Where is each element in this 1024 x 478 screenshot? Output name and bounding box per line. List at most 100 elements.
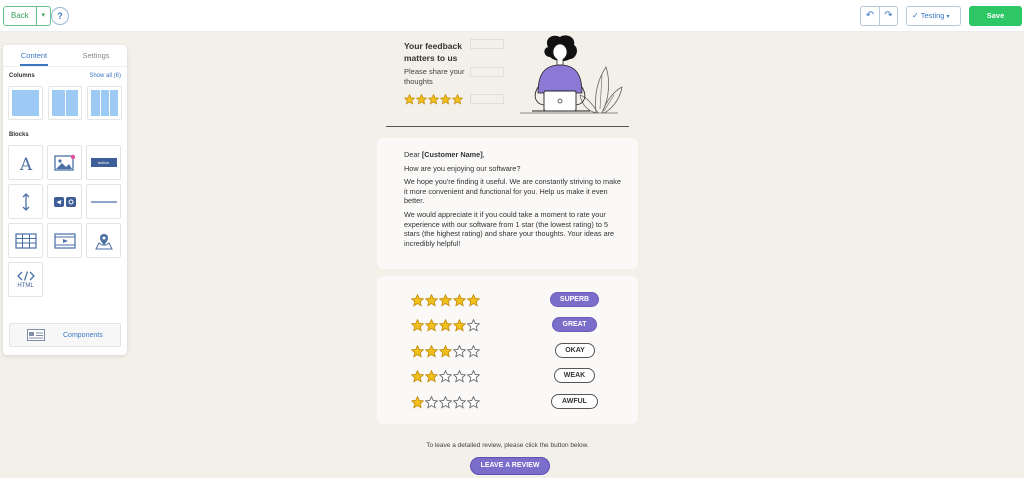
html-block-label: HTML xyxy=(17,282,34,289)
html-block[interactable]: HTML xyxy=(8,262,43,297)
tab-settings[interactable]: Settings xyxy=(65,45,127,66)
columns-row xyxy=(3,83,127,120)
star-filled-icon xyxy=(411,344,424,358)
social-icon xyxy=(53,196,76,207)
text-icon: A xyxy=(18,155,32,172)
button-block[interactable]: button xyxy=(86,145,121,180)
star-empty-icon xyxy=(453,344,466,358)
star-filled-icon xyxy=(439,293,452,307)
placeholder-box xyxy=(470,39,504,49)
rating-stars xyxy=(411,344,480,358)
placeholder-box xyxy=(470,67,504,77)
map-block[interactable] xyxy=(86,223,121,258)
rating-pill-superb[interactable]: SUPERB xyxy=(550,292,599,307)
rating-stars xyxy=(411,395,480,409)
content-panel: Content Settings Columns Show all (6) Bl… xyxy=(3,45,127,355)
star-filled-icon xyxy=(453,318,466,332)
blocks-grid: A button HTML xyxy=(3,142,127,297)
active-tab-indicator xyxy=(20,64,48,66)
star-filled-icon xyxy=(452,94,463,105)
components-label: Components xyxy=(63,331,103,339)
two-column-layout[interactable] xyxy=(47,86,83,120)
header-title: Your feedback matters to us xyxy=(404,41,462,63)
star-filled-icon xyxy=(425,344,438,358)
header-subtitle: Please share your thoughts xyxy=(404,67,465,86)
rating-pill-weak[interactable]: WEAK xyxy=(554,368,595,383)
rating-stars xyxy=(411,293,480,307)
header-stars xyxy=(404,94,463,105)
image-block[interactable] xyxy=(47,145,82,180)
letter-paragraph: How are you enjoying our software? xyxy=(404,163,521,173)
blocks-label: Blocks xyxy=(9,132,29,138)
testing-label: Testing xyxy=(920,11,945,20)
video-block[interactable] xyxy=(47,223,82,258)
spacer-icon xyxy=(22,192,29,211)
spacer-block[interactable] xyxy=(8,184,43,219)
chevron-down-icon: ▾ xyxy=(946,14,950,20)
show-all-link[interactable]: Show all (6) xyxy=(89,73,121,83)
rating-stars xyxy=(411,318,480,332)
star-empty-icon xyxy=(453,395,466,409)
star-empty-icon xyxy=(453,369,466,383)
undo-icon[interactable]: ↶ xyxy=(861,7,879,25)
check-icon: ✓ xyxy=(912,11,919,20)
greeting-prefix: Dear xyxy=(404,150,422,159)
customer-name: [Customer Name] xyxy=(421,150,483,159)
star-empty-icon xyxy=(425,395,438,409)
top-toolbar: Back ▾ ? ↶ ↷ ✓ Testing ▾ Save xyxy=(0,0,1024,32)
star-filled-icon xyxy=(425,293,438,307)
video-icon xyxy=(53,232,76,249)
columns-header: Columns Show all (6) xyxy=(3,67,127,83)
person-laptop-illustration xyxy=(520,35,623,114)
star-empty-icon xyxy=(467,318,480,332)
star-filled-icon xyxy=(411,395,424,409)
star-filled-icon xyxy=(439,318,452,332)
star-empty-icon xyxy=(439,369,452,383)
star-filled-icon xyxy=(411,293,424,307)
chevron-down-icon[interactable]: ▾ xyxy=(35,7,50,25)
rating-pill-great[interactable]: GREAT xyxy=(552,317,597,332)
star-filled-icon xyxy=(425,369,438,383)
email-header[interactable]: Your feedback matters to us Please share… xyxy=(386,33,629,127)
letter-paragraph: We would appreciate it if you could take… xyxy=(404,209,615,248)
help-button[interactable]: ? xyxy=(51,7,69,25)
divider-icon xyxy=(90,200,117,203)
rating-stars xyxy=(411,369,480,383)
star-empty-icon xyxy=(467,344,480,358)
star-filled-icon xyxy=(467,293,480,307)
testing-dropdown[interactable]: ✓ Testing ▾ xyxy=(906,6,961,26)
letter-card[interactable]: Dear [Customer Name], How are you enjoyi… xyxy=(377,138,638,269)
star-filled-icon xyxy=(411,369,424,383)
rating-pill-okay[interactable]: OKAY xyxy=(555,343,595,358)
star-filled-icon xyxy=(425,318,438,332)
map-icon xyxy=(94,233,113,249)
star-empty-icon xyxy=(467,395,480,409)
button-block-icon: button xyxy=(90,158,117,167)
ratings-card[interactable]: SUPERB GREAT OKAY WEAK AWFUL xyxy=(377,276,638,424)
star-filled-icon xyxy=(404,94,415,105)
three-column-layout[interactable] xyxy=(87,86,123,120)
redo-icon[interactable]: ↷ xyxy=(879,7,897,25)
columns-label: Columns xyxy=(9,73,35,79)
text-block[interactable]: A xyxy=(8,145,43,180)
table-block[interactable] xyxy=(8,223,43,258)
divider-block[interactable] xyxy=(86,184,121,219)
leave-review-button[interactable]: LEAVE A REVIEW xyxy=(470,457,550,475)
save-button[interactable]: Save xyxy=(969,6,1022,26)
svg-text:A: A xyxy=(18,155,32,172)
placeholder-box xyxy=(470,94,504,104)
back-button-group: Back ▾ xyxy=(3,6,51,26)
tab-content[interactable]: Content xyxy=(3,45,65,66)
greeting-suffix: , xyxy=(482,150,485,159)
star-empty-icon xyxy=(467,369,480,383)
star-filled-icon xyxy=(440,94,451,105)
one-column-layout[interactable] xyxy=(8,86,43,120)
rating-pill-awful[interactable]: AWFUL xyxy=(551,394,598,409)
history-controls: ↶ ↷ xyxy=(860,6,898,26)
image-icon xyxy=(53,154,75,171)
social-block[interactable] xyxy=(47,184,82,219)
components-button[interactable]: Components xyxy=(9,323,121,347)
footer-text: To leave a detailed review, please click… xyxy=(426,442,589,449)
back-button[interactable]: Back xyxy=(4,7,36,25)
star-filled-icon xyxy=(416,94,427,105)
